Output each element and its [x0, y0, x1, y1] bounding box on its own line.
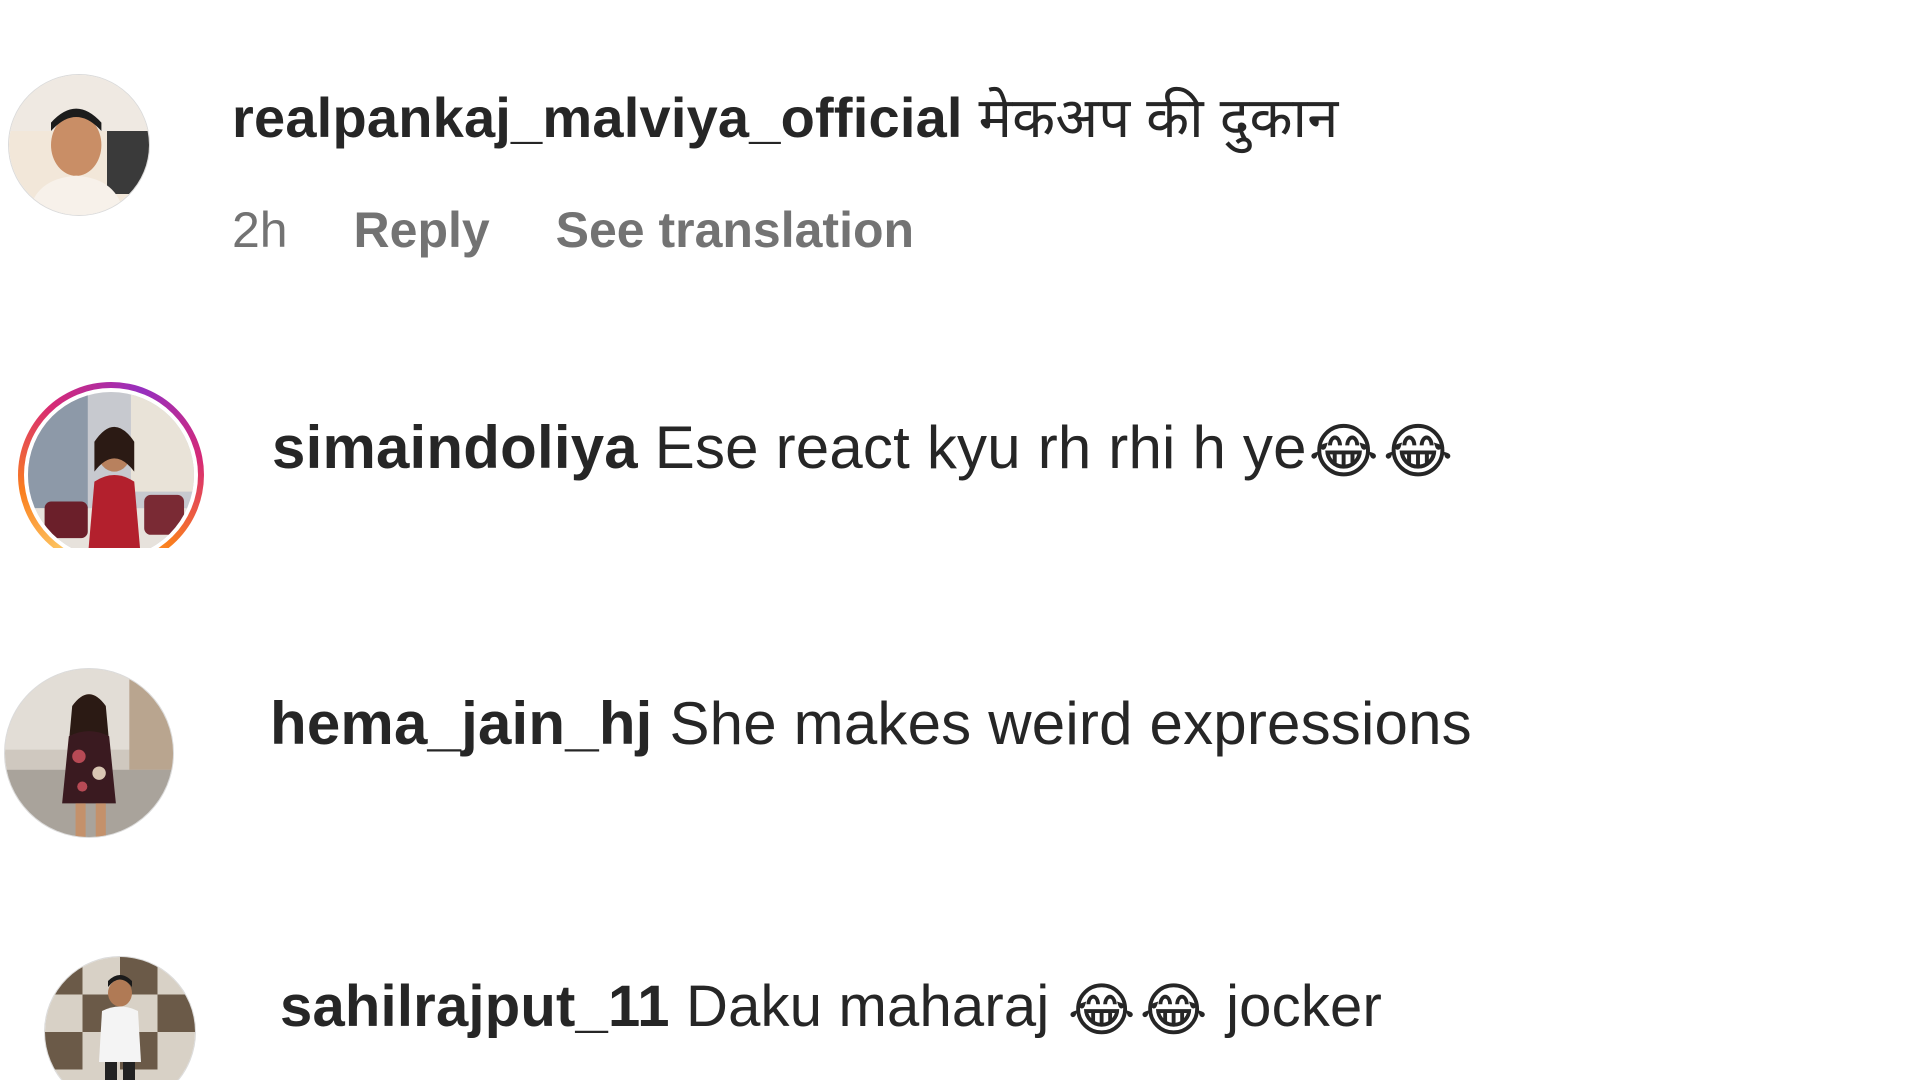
comment-item: sahilrajput_11 Daku maharaj 😂😂 jocker: [0, 848, 1920, 1080]
story-ring-avatar[interactable]: [18, 382, 204, 548]
comment-username[interactable]: simaindoliya: [272, 414, 638, 481]
laughing-emoji-icon: 😂: [1308, 418, 1379, 486]
comment-timestamp: 2h: [232, 202, 288, 258]
comment-text-after: jocker: [1226, 974, 1382, 1039]
comment-username[interactable]: sahilrajput_11: [280, 974, 670, 1039]
laughing-emoji-icon: 😂: [1139, 977, 1208, 1043]
comment-body: simaindoliya Ese react kyu rh rhi h ye😂😂: [272, 410, 1455, 490]
comment-body: realpankaj_malviya_official मेकअप की दुक…: [232, 82, 1339, 154]
comment-text: मेकअप की दुकान: [978, 86, 1339, 149]
comment-username[interactable]: realpankaj_malviya_official: [232, 86, 963, 149]
comment-item: hema_jain_hj She makes weird expressions: [0, 548, 1920, 848]
comment-text-before: Daku maharaj: [685, 974, 1050, 1039]
avatar-photo-man-standing: [45, 957, 195, 1080]
comment-item: realpankaj_malviya_official मेकअप की दुक…: [0, 0, 1920, 290]
user-avatar[interactable]: [8, 74, 150, 216]
comment-body: sahilrajput_11 Daku maharaj 😂😂 jocker: [280, 970, 1382, 1048]
comment-text: Ese react kyu rh rhi h ye: [654, 414, 1307, 481]
comment-actions: 2h Reply See translation: [232, 198, 966, 262]
comment-username[interactable]: hema_jain_hj: [270, 690, 653, 757]
avatar-photo-woman-floral-dress: [5, 669, 173, 837]
comment-body: hema_jain_hj She makes weird expressions: [270, 686, 1472, 762]
see-translation-button[interactable]: See translation: [556, 202, 914, 258]
comment-item: simaindoliya Ese react kyu rh rhi h ye😂😂: [0, 290, 1920, 548]
comment-text: She makes weird expressions: [669, 690, 1472, 757]
user-avatar[interactable]: [4, 668, 174, 838]
reply-button[interactable]: Reply: [354, 202, 490, 258]
avatar-photo-man: [9, 75, 149, 215]
avatar-photo-woman-red-dress: [28, 392, 194, 548]
laughing-emoji-icon: 😂: [1067, 977, 1136, 1043]
laughing-emoji-icon: 😂: [1382, 418, 1454, 486]
comments-screenshot-collage: realpankaj_malviya_official मेकअप की दुक…: [0, 0, 1920, 1080]
user-avatar[interactable]: [44, 956, 196, 1080]
